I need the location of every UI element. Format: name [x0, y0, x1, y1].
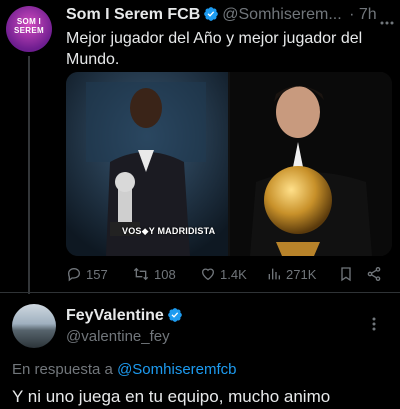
author-handle[interactable]: @Somhiserem... — [222, 6, 341, 23]
in-reply-mention-link[interactable]: @Somhiseremfcb — [117, 361, 236, 378]
verified-badge-icon — [167, 307, 183, 328]
tweet-actions: 157 108 1.4K 271K — [66, 264, 386, 284]
reply-icon — [67, 267, 81, 282]
like-button[interactable]: 1.4K — [200, 264, 247, 284]
tweet-text: Mejor jugador del Año y mejor jugador de… — [66, 30, 363, 68]
media-photo — [66, 72, 392, 256]
tweet-header: Som I Serem FCB @Somhiserem... · 7h — [66, 6, 396, 28]
views-count: 271K — [286, 266, 317, 282]
in-reply-to: En respuesta a @Somhiseremfcb — [12, 361, 237, 378]
more-icon[interactable] — [372, 317, 376, 336]
like-count: 1.4K — [220, 266, 247, 282]
reply-author-avatar[interactable] — [12, 304, 56, 348]
like-icon — [201, 268, 215, 281]
author-avatar[interactable]: SOM I SEREM — [6, 6, 52, 52]
tweet-media[interactable]: VOS◆Y MADRIDISTA — [66, 72, 392, 256]
retweet-count: 108 — [154, 266, 176, 282]
retweet-button[interactable]: 108 — [132, 264, 176, 284]
bookmark-icon — [341, 267, 351, 282]
reply-author-name-row: FeyValentine — [66, 307, 183, 328]
avatar-logo-text: SOM I SEREM — [14, 17, 44, 35]
verified-badge-icon — [203, 6, 219, 27]
bookmark-button[interactable] — [338, 264, 358, 284]
reply-author-name[interactable]: FeyValentine — [66, 307, 164, 324]
thread-line — [28, 56, 30, 294]
reply-text: Y ni uno juega en tu equipo, mucho animo — [12, 387, 331, 406]
views-button[interactable]: 271K — [266, 264, 316, 284]
share-button[interactable] — [366, 264, 386, 284]
in-reply-prefix: En respuesta a — [12, 361, 113, 378]
reply-count: 157 — [86, 266, 108, 282]
reply-tweet[interactable]: FeyValentine @valentine_fey En respuesta… — [0, 293, 400, 409]
share-icon — [367, 267, 381, 281]
retweet-icon — [133, 267, 149, 281]
reply-button[interactable]: 157 — [66, 264, 108, 284]
reply-author-handle[interactable]: @valentine_fey — [66, 328, 170, 345]
author-name[interactable]: Som I Serem FCB — [66, 6, 200, 23]
views-icon — [268, 268, 280, 280]
media-caption: VOS◆Y MADRIDISTA — [122, 226, 216, 236]
tweet-time[interactable]: · 7h — [349, 6, 377, 23]
